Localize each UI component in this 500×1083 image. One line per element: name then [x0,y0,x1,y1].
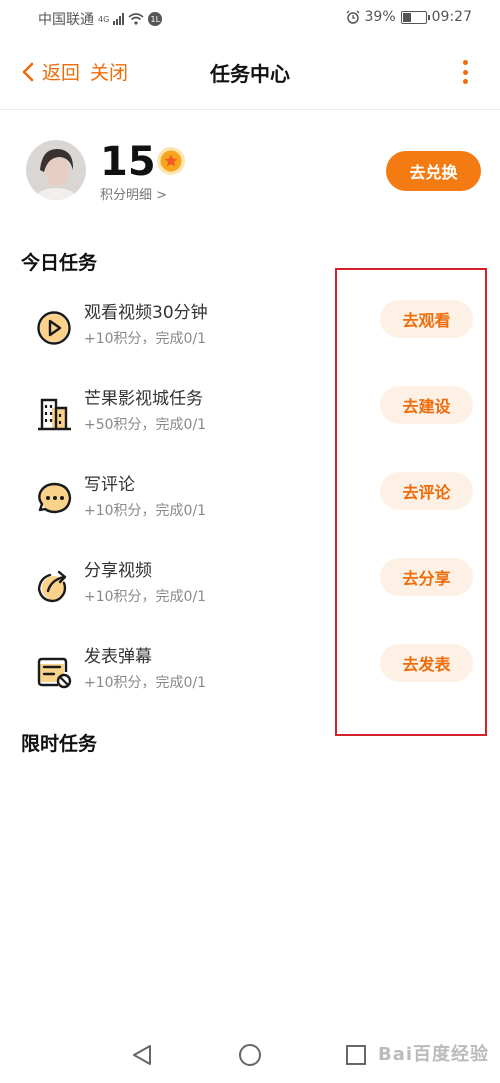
exchange-button[interactable]: 去兑换 [386,151,481,191]
points-value: 15 [100,139,156,185]
app-header: 返回 关闭 任务中心 [0,34,500,110]
task-desc: +50积分，完成0/1 [84,417,207,433]
back-label[interactable]: 返回 [42,58,80,85]
task-desc: +10积分，完成0/1 [84,331,207,347]
limited-tasks-title: 限时任务 [21,733,98,755]
share-button[interactable]: 去分享 [380,558,473,596]
avatar[interactable] [26,140,86,200]
building-icon [38,398,71,431]
daily-tasks-title: 今日任务 [21,252,98,274]
back-button[interactable]: 返回 关闭 [22,58,128,85]
danmaku-icon [37,657,72,689]
notification-badge: 1L [148,12,163,26]
comment-icon [38,482,72,514]
watch-button[interactable]: 去观看 [380,300,473,338]
task-item: 芒果影视城任务 +50积分，完成0/1 去建设 [0,384,500,464]
task-name: 写评论 [84,475,135,495]
alarm-icon [346,10,359,24]
task-name: 观看视频30分钟 [84,303,208,323]
signal-icon [113,13,125,25]
carrier-label: 中国联通 [38,12,94,28]
task-desc: +10积分，完成0/1 [84,589,207,605]
more-menu-icon[interactable] [460,60,470,84]
chevron-left-icon [22,62,34,81]
task-item: 观看视频30分钟 +10积分，完成0/1 去观看 [0,298,500,378]
task-name: 分享视频 [84,561,152,581]
task-item: 分享视频 +10积分，完成0/1 去分享 [0,556,500,636]
battery-percent: 39% [364,9,396,25]
nav-recent-icon[interactable] [346,1045,366,1065]
task-item: 发表弹幕 +10积分，完成0/1 去发表 [0,642,500,722]
play-icon [37,311,71,345]
close-link[interactable]: 关闭 [90,58,128,85]
coin-icon [157,147,185,175]
wifi-icon [128,13,144,25]
clock: 09:27 [431,9,472,25]
share-icon [37,570,67,603]
comment-button[interactable]: 去评论 [380,472,473,510]
nav-home-icon[interactable] [239,1044,261,1066]
battery-icon [400,10,430,24]
task-desc: +10积分，完成0/1 [84,675,207,691]
task-name: 芒果影视城任务 [84,389,203,409]
points-detail-link[interactable]: 积分明细 > [100,184,167,203]
post-danmaku-button[interactable]: 去发表 [380,644,473,682]
network-badge: 4G [98,14,110,24]
task-desc: +10积分，完成0/1 [84,503,207,519]
system-nav-bar: Bai百度经验 [0,1030,500,1083]
task-name: 发表弹幕 [84,647,152,667]
status-bar: 中国联通 4G 1L 39% 09:27 [0,0,500,34]
task-item: 写评论 +10积分，完成0/1 去评论 [0,470,500,550]
nav-back-icon[interactable] [131,1044,153,1066]
build-button[interactable]: 去建设 [380,386,473,424]
watermark: Bai百度经验 [378,1044,490,1065]
